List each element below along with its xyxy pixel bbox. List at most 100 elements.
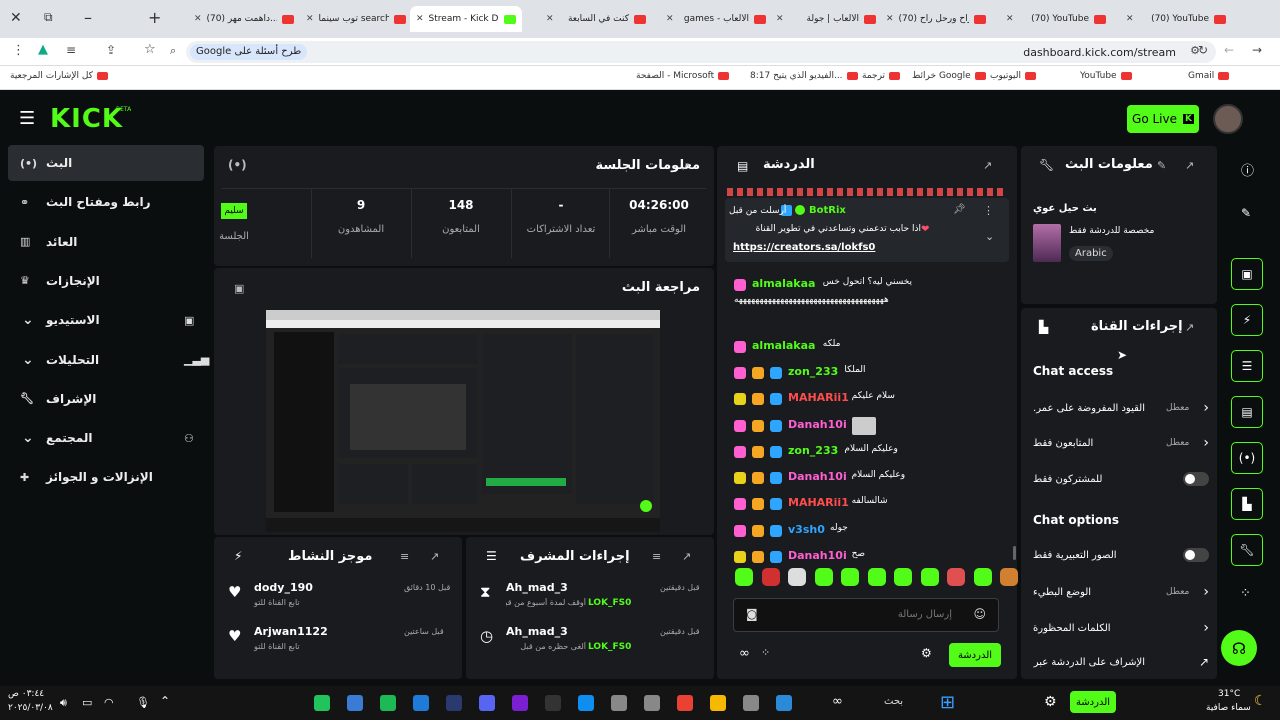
rail-bolt-icon[interactable]: ⚡	[1231, 304, 1263, 336]
chat-message[interactable]: Danah10i صح	[734, 548, 1006, 566]
activity-user[interactable]: dody_190	[254, 581, 313, 594]
emote-icon[interactable]	[973, 568, 992, 586]
emote-icon[interactable]	[841, 568, 859, 586]
go-live-button[interactable]: Go Live K	[1127, 105, 1199, 133]
taskbar-app-icon[interactable]	[776, 695, 792, 711]
setting-row[interactable]: الصور التعبيرية فقط	[1033, 548, 1209, 562]
chat-gear-icon[interactable]: ⚙	[921, 646, 932, 660]
taskbar-gear-icon[interactable]: ⚙	[1044, 694, 1057, 710]
tab-close-icon[interactable]: ✕	[306, 14, 314, 24]
menu-dots-icon[interactable]: ⋮	[12, 43, 25, 58]
avatar[interactable]	[1213, 104, 1243, 134]
chat-message[interactable]: zon_233 وعليكم السلام	[734, 443, 1006, 461]
toggle-switch[interactable]	[1183, 472, 1209, 486]
info-icon[interactable]: ⓘ	[1241, 160, 1254, 179]
sidebar-item-7[interactable]: ⌄ المجتمع ⚇	[8, 420, 204, 456]
chat-username[interactable]: zon_233	[788, 444, 838, 457]
rail-chat-icon[interactable]: ▤	[1231, 396, 1263, 428]
chat-message[interactable]: Danah10i	[734, 417, 1006, 435]
setting-row[interactable]: الإشراف على الدردشة عبر الذكاء ↗	[1033, 655, 1209, 669]
rail-list-icon[interactable]: ☰	[1231, 350, 1263, 382]
back-icon[interactable]: →	[1252, 43, 1262, 57]
taskbar-app-icon[interactable]	[743, 695, 759, 711]
emote-icon[interactable]	[1000, 568, 1018, 586]
chat-message[interactable]: almalakaa يخسني ليه؟ اتحول خس	[734, 276, 1006, 294]
chat-message[interactable]: ههههههههههههههههههههههههههههههههههههه	[734, 294, 1006, 312]
browser-tab[interactable]: ✕ الألعاب | جولة	[770, 6, 882, 32]
tab-close-icon[interactable]: ✕	[886, 14, 894, 24]
chat-popout-icon[interactable]: ↗	[983, 159, 992, 172]
chat-scrollbar[interactable]	[1013, 546, 1016, 560]
chat-username[interactable]: almalakaa	[752, 277, 815, 290]
sidebar-item-4[interactable]: ⌄ الاستيديو ▣	[8, 302, 204, 338]
pinned-username[interactable]: BotRix	[809, 205, 846, 216]
browser-tab[interactable]: ✕ (70) YouTube	[1120, 6, 1232, 32]
chat-message[interactable]: almalakaa ملكه	[734, 338, 1006, 356]
more-options-icon[interactable]: ⋮	[983, 204, 994, 217]
chat-message[interactable]: zon_233 الملكا	[734, 364, 1006, 382]
rail-wrench-icon[interactable]: 🔧︎	[1231, 534, 1263, 566]
taskbar-app-icon[interactable]	[677, 695, 693, 711]
emoji-icon[interactable]: ☺	[973, 607, 986, 621]
chat-username[interactable]: MAHARii1	[788, 496, 849, 509]
info-popout-icon[interactable]: ↗	[1185, 159, 1194, 172]
category-thumbnail[interactable]	[1033, 224, 1061, 262]
mod-user[interactable]: Ah_mad_3	[506, 625, 568, 638]
chat-username[interactable]: v3sh0	[788, 523, 825, 536]
taskbar-chat-button[interactable]: الدردشة	[1070, 691, 1116, 713]
support-headset-icon[interactable]: ☊	[1221, 630, 1257, 666]
tab-close-icon[interactable]: ✕	[194, 14, 202, 24]
chat-message[interactable]: Danah10i وعليكم السلام	[734, 469, 1006, 487]
taskbar-app-icon[interactable]	[578, 695, 594, 711]
mod-popout-icon[interactable]: ↗	[682, 550, 691, 563]
pencil-icon[interactable]: ✎	[1241, 206, 1251, 220]
browser-tab[interactable]: ✕ games - الألعاب	[660, 6, 772, 32]
browser-tab[interactable]: ✕ Stream - Kick Da	[410, 6, 522, 32]
chat-message[interactable]: MAHARii1 شالسالفه	[734, 495, 1006, 513]
taskbar-app-icon[interactable]	[710, 695, 726, 711]
taskbar-app-icon[interactable]	[314, 695, 330, 711]
pin-icon[interactable]: 📌︎	[953, 204, 966, 215]
bookmark-item[interactable]: الصفحة - Microsoft	[636, 71, 730, 81]
browser-tab[interactable]: ✕ توب سينما search	[300, 6, 412, 32]
rail-apps-icon[interactable]: ⁘	[1240, 586, 1251, 601]
chat-settings-round-icon[interactable]: ◙	[746, 607, 758, 621]
chevron-down-icon[interactable]: ⌄	[22, 312, 34, 328]
tab-close-icon[interactable]: ✕	[776, 14, 784, 24]
clock-time[interactable]: ٠٣:٤٤ ص	[8, 689, 44, 699]
setting-row[interactable]: القيود المفروضة على عمر... معطل ›	[1033, 400, 1209, 416]
filter-icon[interactable]: ≡	[400, 550, 409, 563]
taskbar-app-icon[interactable]	[380, 695, 396, 711]
tab-close-icon[interactable]: ✕	[416, 14, 424, 24]
rail-actions-icon[interactable]: ▙	[1231, 488, 1263, 520]
chevron-down-icon[interactable]: ⌄	[22, 352, 34, 368]
display-icon[interactable]: ▭	[82, 696, 92, 709]
chat-message[interactable]: MAHARii1 سلام عليكم	[734, 390, 1006, 408]
activity-user[interactable]: Arjwan1122	[254, 625, 328, 638]
hamburger-menu-icon[interactable]: ☰	[19, 108, 35, 129]
address-bar[interactable]: ⌕ Google طرح أسئلة على dashboard.kick.co…	[170, 41, 1216, 63]
emote-icon[interactable]	[894, 568, 912, 586]
tab-close-icon[interactable]: ✕	[1126, 14, 1134, 24]
setting-row[interactable]: للمشتركون فقط	[1033, 472, 1209, 486]
google-search-chip[interactable]: Google طرح أسئلة على	[190, 44, 308, 60]
emote-bar[interactable]	[735, 568, 1018, 588]
chevron-right-icon[interactable]: ›	[1203, 435, 1209, 451]
restore-window-icon[interactable]: ⧉	[44, 10, 53, 25]
collapse-icon[interactable]: ⌄	[985, 230, 994, 243]
taskbar-app-icon[interactable]	[479, 695, 495, 711]
sidebar-item-0[interactable]: البث (•)	[8, 145, 204, 181]
wifi-icon[interactable]: ◠	[104, 696, 114, 709]
setting-row[interactable]: الوضع البطيء معطل ›	[1033, 584, 1209, 600]
chevron-right-icon[interactable]: ›	[1203, 584, 1209, 600]
kick-logo[interactable]: KICK	[50, 104, 123, 134]
chat-send-button[interactable]: الدردشة	[949, 643, 1001, 667]
bookmark-item[interactable]: خرائط Google	[912, 71, 986, 81]
taskbar-app-icon[interactable]	[446, 695, 462, 711]
tune-icon[interactable]: ≡	[66, 43, 76, 57]
bookmark-item[interactable]: كل الإشارات المرجعية	[10, 71, 108, 81]
tab-close-icon[interactable]: ✕	[666, 14, 674, 24]
sidebar-item-3[interactable]: الإنجازات ♛	[8, 263, 204, 299]
actions-popout-icon[interactable]: ↗	[1185, 321, 1194, 334]
pinned-link[interactable]: https://creators.sa/lokfs0	[733, 242, 875, 253]
